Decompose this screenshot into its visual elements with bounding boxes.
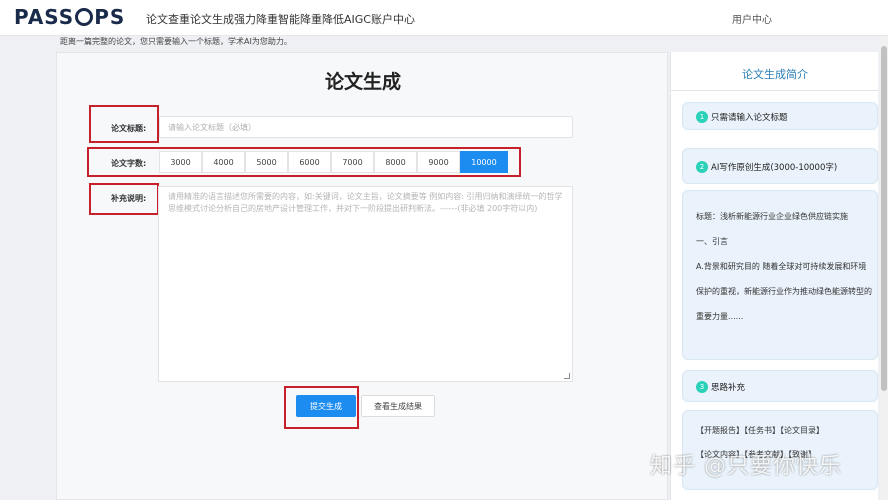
supplement-textarea[interactable]: 请用精准的语言描述您所需要的内容，如:关键词，论文主旨，论文摘要等 例如内容: … xyxy=(158,186,573,382)
scrollbar-thumb[interactable] xyxy=(881,46,887,391)
nav-item-account[interactable]: 账户中心 xyxy=(371,13,415,26)
sidebar: 论文生成简介 1 只需请输入论文标题 2 AI写作原创生成(3000-10000字)… xyxy=(670,52,879,500)
example-card: 标题：浅析新能源行业企业绿色供应链实施 一、引言 A.背景和研究目的 随着全球对… xyxy=(682,190,878,360)
sidebar-title: 论文生成简介 xyxy=(742,68,808,81)
supplement-placeholder: 请用精准的语言描述您所需要的内容，如:关键词，论文主旨，论文摘要等 例如内容: … xyxy=(168,192,563,213)
word-count-option-4000[interactable]: 4000 xyxy=(202,151,245,173)
top-navbar: PASS PS 论文查重论文生成强力降重智能降重降低AIGC账户中心 用户中心 xyxy=(0,0,888,36)
word-count-option-8000[interactable]: 8000 xyxy=(374,151,417,173)
step-text: 只需请输入论文标题 xyxy=(711,113,788,123)
logo-text-left: PASS xyxy=(14,5,75,29)
step-number-badge: 3 xyxy=(696,381,708,393)
logo[interactable]: PASS PS xyxy=(14,5,125,29)
resize-handle-icon[interactable] xyxy=(564,373,570,379)
step-text: AI写作原创生成(3000-10000字) xyxy=(711,163,838,173)
logo-text-right: PS xyxy=(94,5,126,29)
nav-item-generate[interactable]: 论文生成 xyxy=(190,13,234,26)
submit-button[interactable]: 提交生成 xyxy=(296,395,356,417)
sidebar-divider xyxy=(671,90,879,91)
supplement-label: 补充说明: xyxy=(111,194,147,203)
nav-item-smart-reduce[interactable]: 智能降重 xyxy=(278,13,322,26)
intro-text: 距离一篇完整的论文，您只需要输入一个标题，学术AI为您助力。 xyxy=(60,37,292,46)
word-count-options: 3000 4000 5000 6000 7000 8000 9000 10000 xyxy=(159,151,508,173)
page-title: 论文生成 xyxy=(324,71,401,93)
word-count-option-9000[interactable]: 9000 xyxy=(417,151,460,173)
word-count-option-10000[interactable]: 10000 xyxy=(460,151,508,173)
word-count-option-5000[interactable]: 5000 xyxy=(245,151,288,173)
paper-title-input[interactable]: 请输入论文标题（必填） xyxy=(159,116,573,138)
step-number-badge: 2 xyxy=(696,161,708,173)
step-text: 思路补充 xyxy=(711,383,746,393)
step-card-3: 3 思路补充 xyxy=(682,370,878,402)
nav-item-reduce-aigc[interactable]: 降低AIGC xyxy=(322,13,371,26)
word-count-option-6000[interactable]: 6000 xyxy=(288,151,331,173)
step-card-1: 1 只需请输入论文标题 xyxy=(682,102,878,130)
example-line: 重要力量...... xyxy=(696,312,744,321)
word-count-option-3000[interactable]: 3000 xyxy=(159,151,202,173)
word-count-option-7000[interactable]: 7000 xyxy=(331,151,374,173)
view-result-button[interactable]: 查看生成结果 xyxy=(361,395,435,417)
word-count-label: 论文字数: xyxy=(111,159,147,168)
main-nav: 论文查重论文生成强力降重智能降重降低AIGC账户中心 xyxy=(146,11,415,27)
page-scrollbar[interactable] xyxy=(880,36,888,500)
paper-title-label: 论文标题: xyxy=(111,124,147,133)
example-line: 一、引言 xyxy=(696,237,728,246)
outline-tags: 【开题报告】【任务书】【论文目录】 xyxy=(696,426,824,435)
step-card-2: 2 AI写作原创生成(3000-10000字) xyxy=(682,148,878,184)
step-number-badge: 1 xyxy=(696,111,708,123)
example-line: 保护的重视，新能源行业作为推动绿色能源转型的 xyxy=(696,287,872,296)
generation-form-panel: 论文生成 论文标题: 请输入论文标题（必填） 论文字数: 3000 4000 5… xyxy=(56,52,668,500)
example-line: A.背景和研究目的 随着全球对可持续发展和环境 xyxy=(696,262,867,271)
nav-item-check[interactable]: 论文查重 xyxy=(146,13,190,26)
user-center-link[interactable]: 用户中心 xyxy=(732,11,772,26)
paper-title-placeholder: 请输入论文标题（必填） xyxy=(168,123,256,132)
watermark: 知乎 @只要你快乐 xyxy=(650,454,842,479)
logo-ring-icon xyxy=(75,8,94,26)
nav-item-strong-reduce[interactable]: 强力降重 xyxy=(234,13,278,26)
example-line: 标题：浅析新能源行业企业绿色供应链实施 xyxy=(696,212,848,221)
